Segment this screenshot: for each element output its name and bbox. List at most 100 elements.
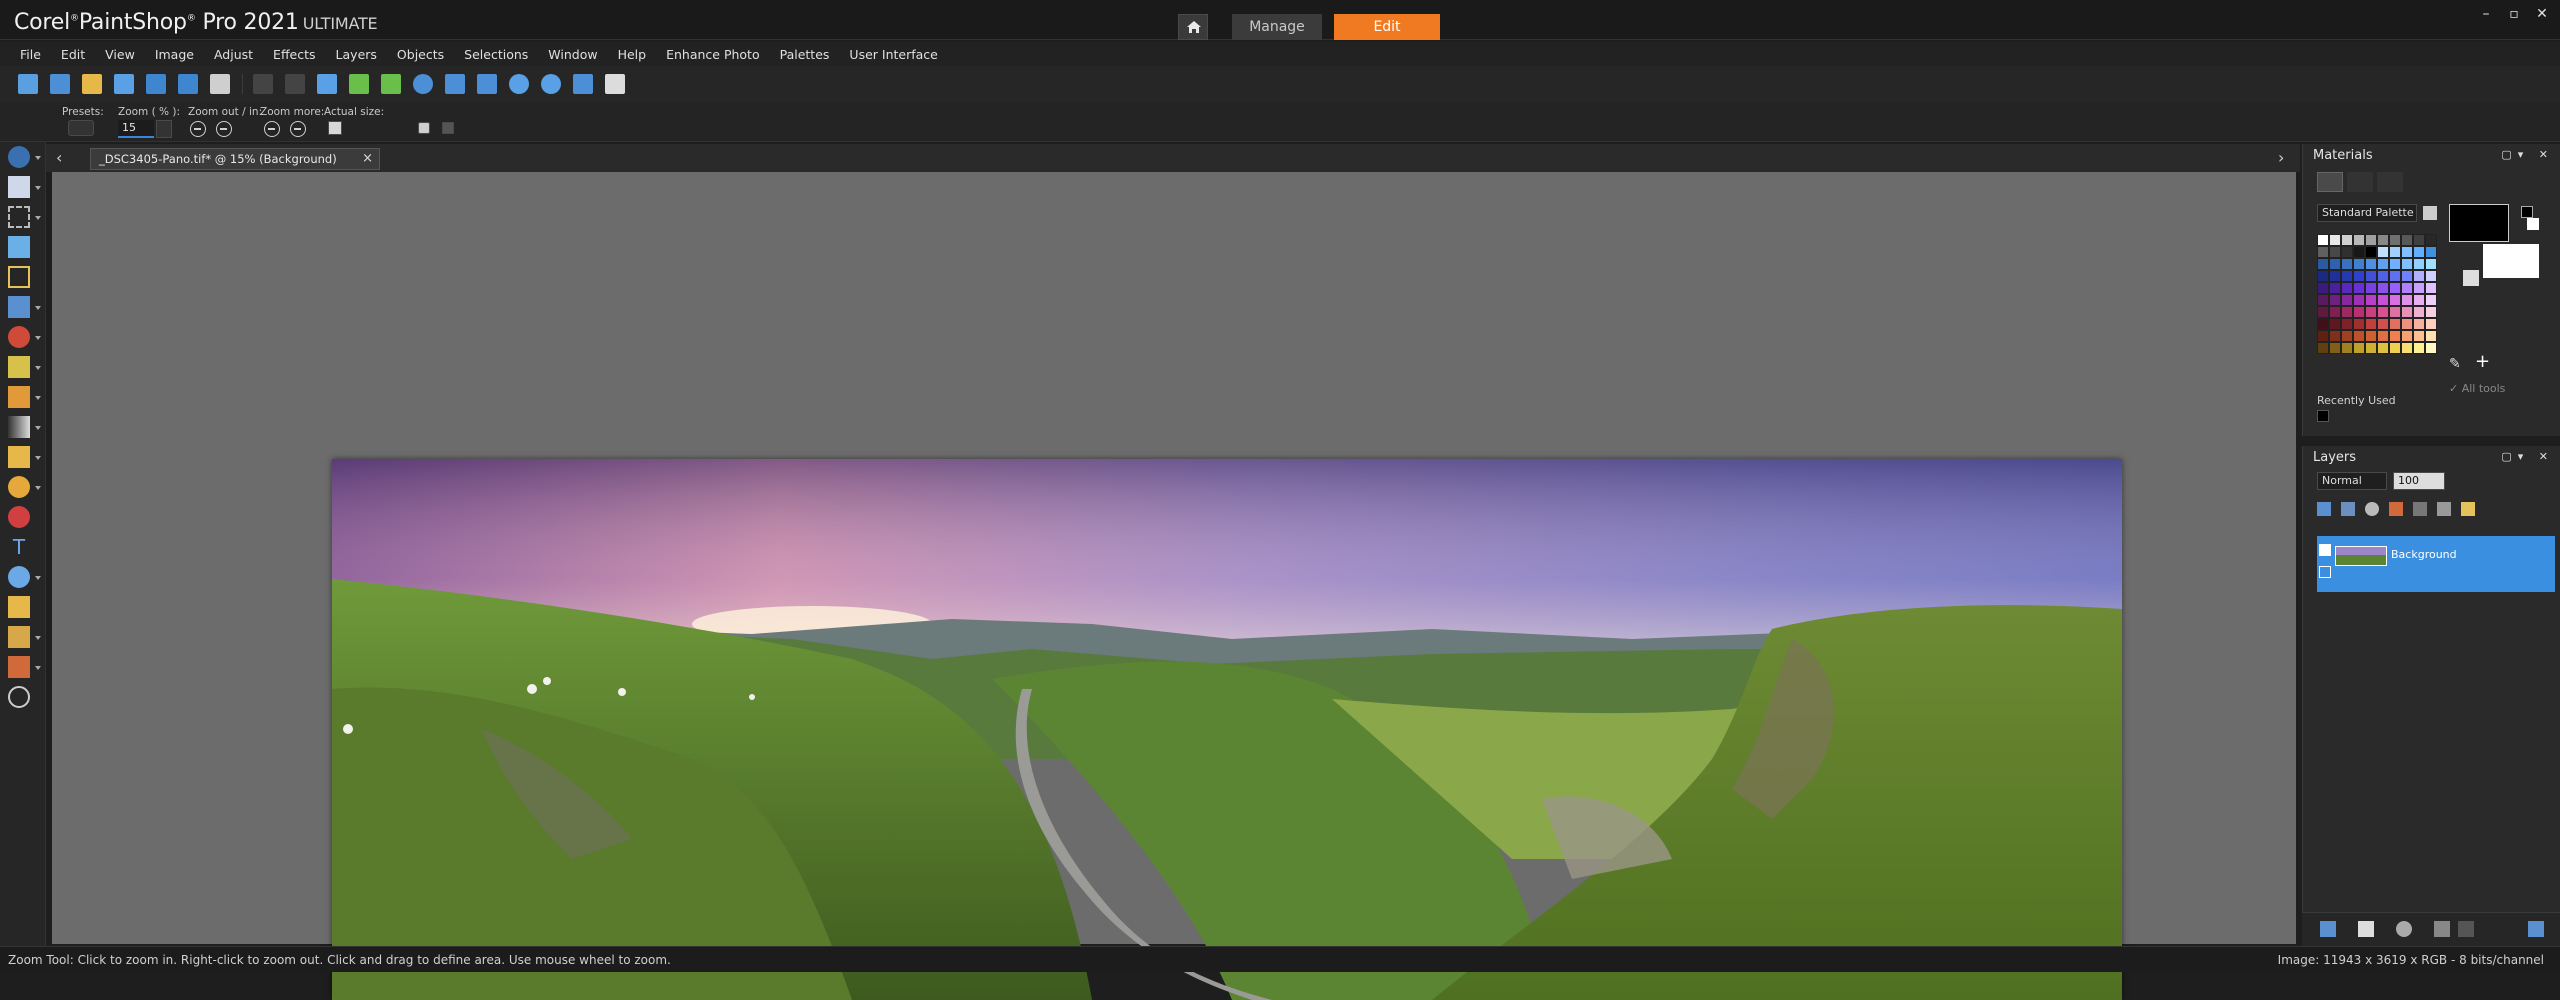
presets-dropdown[interactable]	[68, 120, 94, 136]
color-swatch[interactable]	[2341, 306, 2353, 318]
color-swatch[interactable]	[2341, 342, 2353, 354]
all-tools-checkbox[interactable]: ✓ All tools	[2449, 382, 2505, 395]
color-swatch[interactable]	[2341, 318, 2353, 330]
dropdown-arrow-icon[interactable]	[35, 366, 41, 370]
color-swatch[interactable]	[2425, 234, 2437, 246]
menu-view[interactable]: View	[105, 47, 135, 62]
sliders-view-button[interactable]	[2377, 172, 2403, 192]
menu-layers[interactable]: Layers	[336, 47, 377, 62]
home-button[interactable]	[1178, 14, 1208, 40]
color-swatch[interactable]	[2329, 330, 2341, 342]
undo-icon[interactable]	[349, 74, 369, 94]
color-swatch[interactable]	[2389, 342, 2401, 354]
pen-tool-icon[interactable]	[8, 626, 30, 648]
color-swatch[interactable]	[2389, 294, 2401, 306]
color-swatch[interactable]	[2401, 234, 2413, 246]
color-swatch[interactable]	[2377, 306, 2389, 318]
new-grid-icon[interactable]	[50, 74, 70, 94]
layer-row-background[interactable]: Background	[2317, 536, 2555, 592]
color-swatch[interactable]	[2353, 294, 2365, 306]
color-swatch[interactable]	[2341, 330, 2353, 342]
resize-icon[interactable]	[317, 74, 337, 94]
dropdown-arrow-icon[interactable]	[35, 306, 41, 310]
color-swatch[interactable]	[2377, 342, 2389, 354]
restore-icon[interactable]: ▫	[2506, 6, 2522, 22]
tab-manage[interactable]: Manage	[1232, 14, 1322, 40]
color-swatch[interactable]	[2377, 270, 2389, 282]
add-swatch-icon[interactable]: +	[2475, 353, 2491, 371]
color-swatch[interactable]	[2365, 306, 2377, 318]
image-canvas[interactable]	[52, 172, 2296, 1000]
crop-tool-icon[interactable]	[8, 266, 30, 288]
color-swatch[interactable]	[2389, 282, 2401, 294]
layer-effects-icon[interactable]	[2396, 921, 2412, 937]
new-layer-icon[interactable]	[2320, 921, 2336, 937]
layer-lock-icon[interactable]	[2319, 566, 2331, 578]
menu-selections[interactable]: Selections	[464, 47, 528, 62]
merge-layers-icon[interactable]	[2434, 921, 2450, 937]
zoom-out-button[interactable]	[190, 121, 206, 137]
close-tab-icon[interactable]: ×	[362, 149, 373, 169]
tab-edit[interactable]: Edit	[1334, 14, 1440, 40]
menu-adjust[interactable]: Adjust	[214, 47, 253, 62]
undo-disabled-icon[interactable]	[253, 74, 273, 94]
color-swatch[interactable]	[2377, 330, 2389, 342]
swatches-view-button[interactable]	[2317, 172, 2343, 192]
color-swatch[interactable]	[2329, 258, 2341, 270]
fit-image-icon[interactable]	[573, 74, 593, 94]
arrange-icon[interactable]	[605, 74, 625, 94]
background-mini-swatch[interactable]	[2527, 218, 2539, 230]
color-swatch[interactable]	[2341, 246, 2353, 258]
color-swatch[interactable]	[2329, 342, 2341, 354]
color-swatch[interactable]	[2365, 246, 2377, 258]
warp-brush-icon[interactable]	[8, 656, 30, 678]
color-swatch[interactable]	[2329, 270, 2341, 282]
color-swatch[interactable]	[2425, 342, 2437, 354]
color-swatch[interactable]	[2317, 246, 2329, 258]
dropdown-arrow-icon[interactable]	[35, 666, 41, 670]
color-swatch[interactable]	[2341, 270, 2353, 282]
save-as-icon[interactable]	[178, 74, 198, 94]
color-swatch[interactable]	[2329, 246, 2341, 258]
color-swatch[interactable]	[2317, 270, 2329, 282]
color-swatch[interactable]	[2425, 270, 2437, 282]
color-swatch[interactable]	[2413, 318, 2425, 330]
menu-help[interactable]: Help	[618, 47, 647, 62]
color-swatch[interactable]	[2377, 282, 2389, 294]
foreground-color-swatch[interactable]	[2449, 204, 2509, 242]
color-swatch[interactable]	[2341, 258, 2353, 270]
dropdown-arrow-icon[interactable]	[35, 456, 41, 460]
color-swatch[interactable]	[2413, 246, 2425, 258]
color-swatch[interactable]	[2401, 342, 2413, 354]
color-swatch[interactable]	[2353, 306, 2365, 318]
dropdown-arrow-icon[interactable]	[35, 426, 41, 430]
layer-style-icon[interactable]	[2317, 502, 2331, 516]
color-swatch[interactable]	[2389, 246, 2401, 258]
color-swatch[interactable]	[2401, 246, 2413, 258]
color-swatch[interactable]	[2425, 318, 2437, 330]
color-swatch[interactable]	[2317, 306, 2329, 318]
color-swatch[interactable]	[2353, 330, 2365, 342]
color-swatch[interactable]	[2353, 342, 2365, 354]
color-swatch[interactable]	[2317, 294, 2329, 306]
menu-palettes[interactable]: Palettes	[780, 47, 830, 62]
chain-link-icon[interactable]	[2437, 502, 2451, 516]
color-swatch[interactable]	[2329, 294, 2341, 306]
color-swatch[interactable]	[2401, 258, 2413, 270]
color-swatch[interactable]	[2413, 342, 2425, 354]
color-swatch[interactable]	[2353, 258, 2365, 270]
color-swatch[interactable]	[2317, 342, 2329, 354]
zoom-more-in-button[interactable]	[290, 121, 306, 137]
dropdown-arrow-icon[interactable]	[35, 396, 41, 400]
save-icon[interactable]	[146, 74, 166, 94]
dropdown-arrow-icon[interactable]	[35, 576, 41, 580]
tabs-scroll-left-icon[interactable]: ‹	[56, 148, 62, 167]
color-swatch[interactable]	[2425, 330, 2437, 342]
color-swatch[interactable]	[2401, 282, 2413, 294]
color-swatch[interactable]	[2425, 294, 2437, 306]
color-swatch[interactable]	[2365, 234, 2377, 246]
color-swatch[interactable]	[2377, 294, 2389, 306]
color-swatch[interactable]	[2353, 282, 2365, 294]
color-swatch[interactable]	[2389, 258, 2401, 270]
color-swatch[interactable]	[2317, 234, 2329, 246]
